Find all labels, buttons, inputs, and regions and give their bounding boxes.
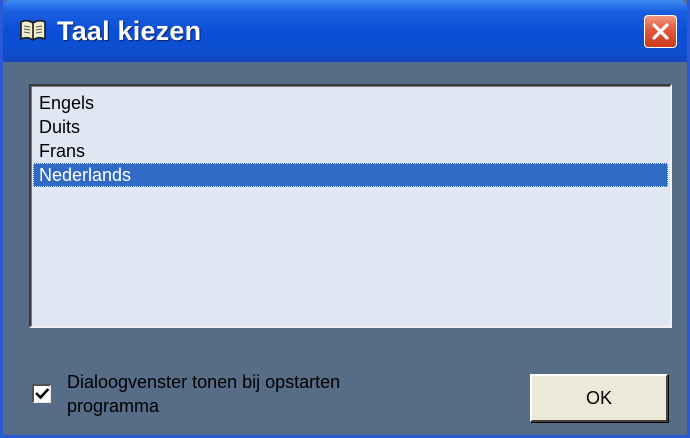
list-item-frans[interactable]: Frans — [33, 139, 668, 163]
show-at-startup-checkbox[interactable] — [32, 384, 51, 403]
close-icon — [652, 23, 669, 40]
show-at-startup-label[interactable]: Dialoogvenster tonen bij opstarten progr… — [67, 370, 407, 418]
checkmark-icon — [35, 388, 50, 400]
list-item-duits[interactable]: Duits — [33, 115, 668, 139]
list-item-nederlands[interactable]: Nederlands — [33, 163, 668, 187]
list-item-engels[interactable]: Engels — [33, 91, 668, 115]
ok-button[interactable]: OK — [530, 374, 668, 422]
close-button[interactable] — [644, 15, 677, 48]
title-bar[interactable]: Taal kiezen — [3, 0, 687, 62]
language-dialog: Taal kiezen Engels Duits Frans Nederland… — [0, 0, 690, 438]
book-icon — [19, 18, 47, 42]
language-listbox[interactable]: Engels Duits Frans Nederlands — [29, 84, 672, 328]
window-title: Taal kiezen — [57, 16, 202, 46]
